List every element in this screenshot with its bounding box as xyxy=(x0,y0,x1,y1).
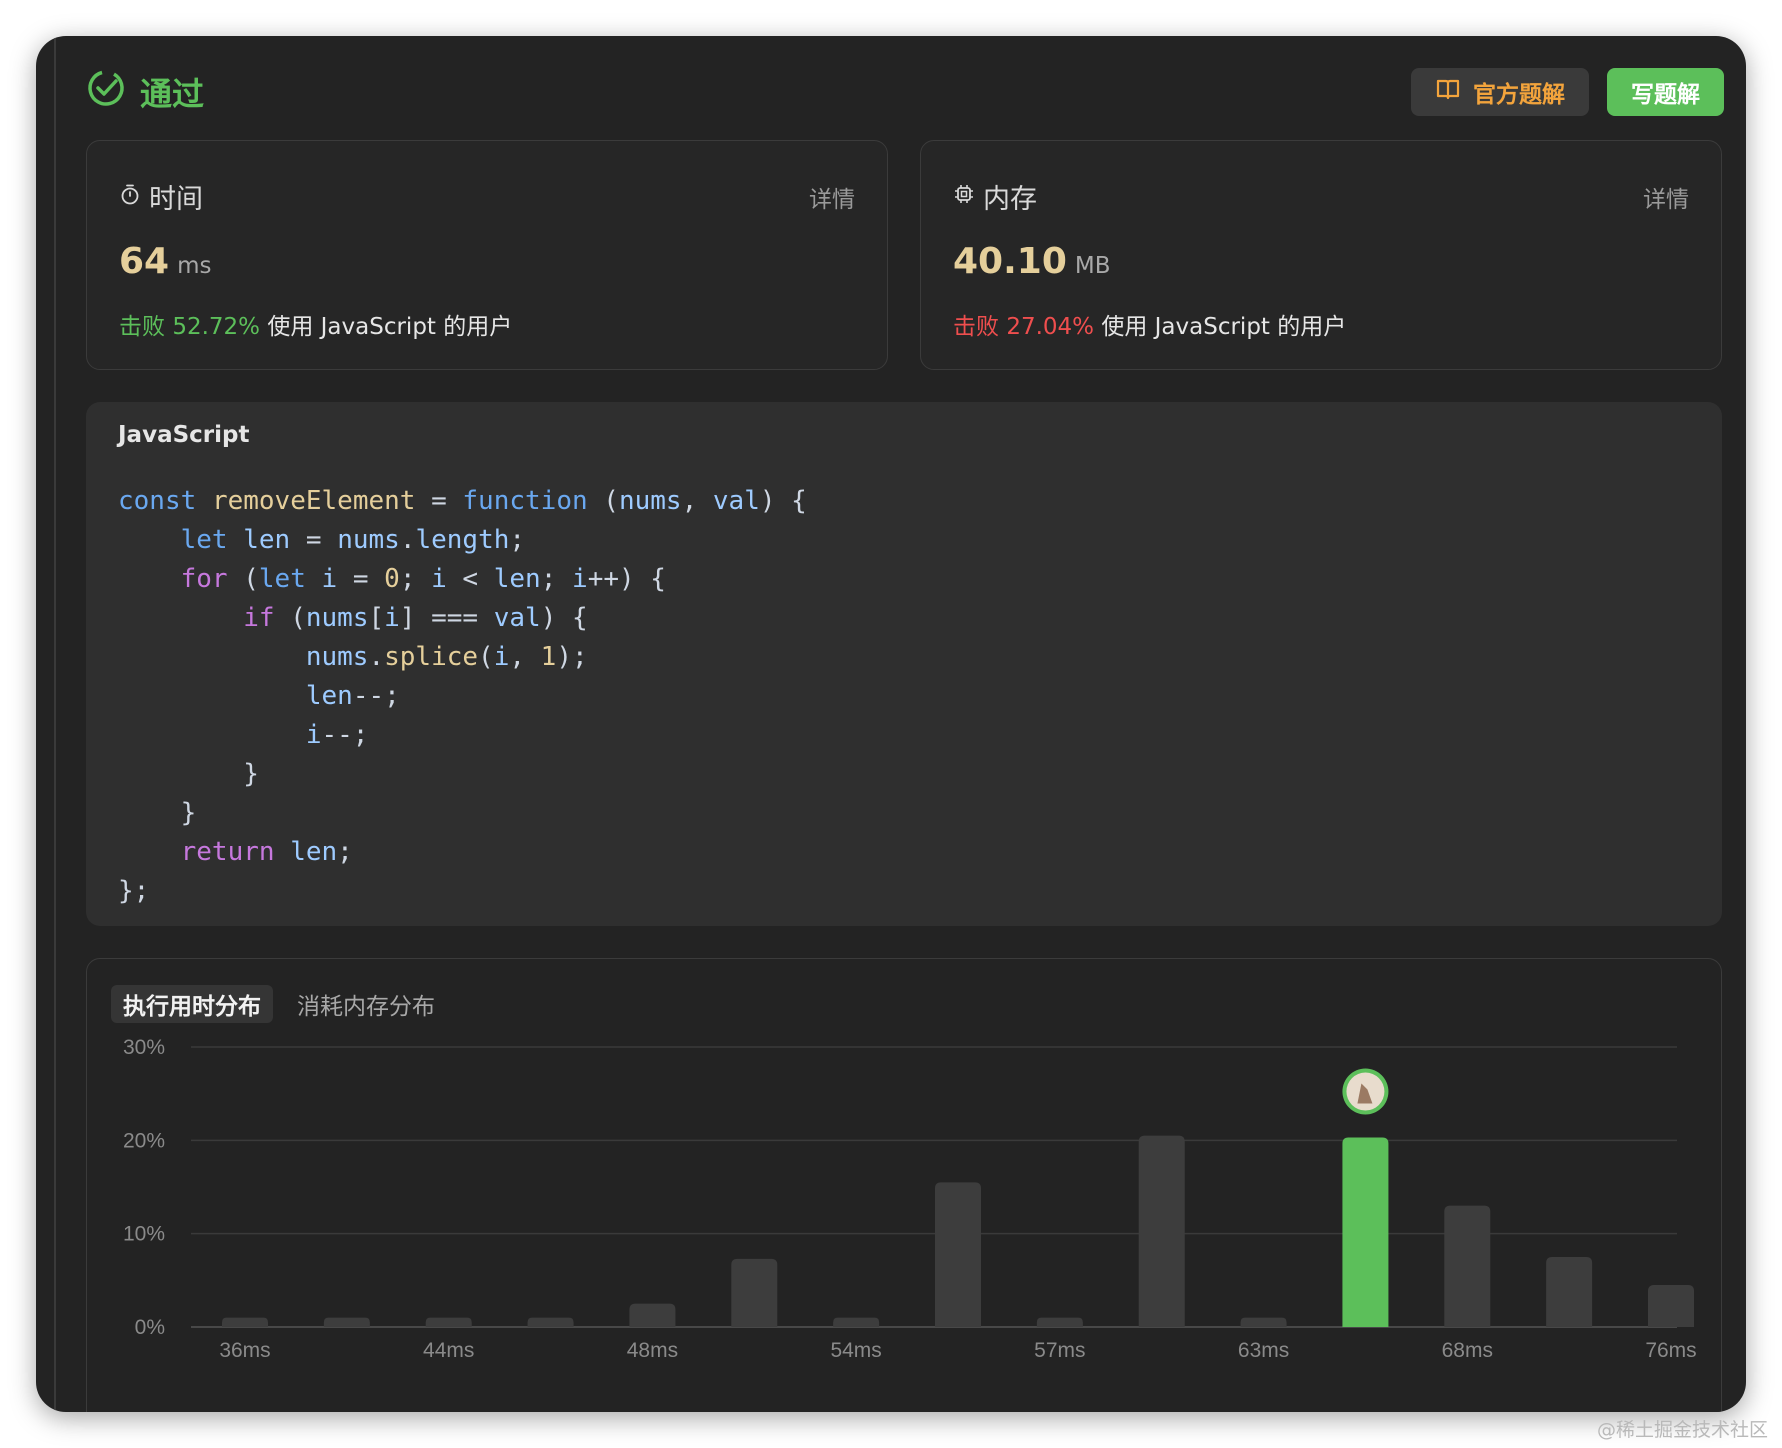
bar[interactable] xyxy=(1444,1205,1491,1327)
code-line: i--; xyxy=(305,720,369,750)
stopwatch-icon xyxy=(119,181,141,212)
code-line: const removeElement = function (nums, va… xyxy=(118,486,807,516)
bar[interactable] xyxy=(833,1317,880,1327)
memory-detail-link[interactable]: 详情 xyxy=(1643,180,1689,214)
check-circle-icon xyxy=(86,68,126,116)
x-tick-label: 76ms xyxy=(1645,1339,1696,1362)
code-language-label: JavaScript xyxy=(118,422,250,448)
status-accepted: 通过 xyxy=(86,68,204,116)
code-line: len--; xyxy=(305,681,400,711)
bar[interactable] xyxy=(527,1317,574,1327)
bar[interactable] xyxy=(323,1317,370,1327)
memory-beat-prefix: 击败 xyxy=(953,314,999,340)
runtime-distribution-chart: 30% 20% 10% 0% 36ms 44ms 48ms 54ms 57ms 63ms 68ms 7… xyxy=(123,1036,1697,1362)
tab-memory-distribution[interactable]: 消耗内存分布 xyxy=(285,985,447,1023)
x-tick-label: 57ms xyxy=(1034,1339,1085,1362)
write-solution-button[interactable]: 写题解 xyxy=(1607,68,1724,116)
x-tick-label: 63ms xyxy=(1238,1339,1289,1362)
x-tick-label: 36ms xyxy=(219,1339,270,1362)
runtime-unit: ms xyxy=(177,253,212,279)
bar[interactable] xyxy=(425,1317,472,1327)
memory-beats: 击败 27.04% 使用 JavaScript 的用户 xyxy=(953,307,1346,341)
memory-beat-suffix: 使用 JavaScript 的用户 xyxy=(1101,314,1347,340)
book-icon xyxy=(1435,76,1461,108)
runtime-value: 64 ms xyxy=(119,241,212,282)
code-line: } xyxy=(118,798,197,828)
distribution-chart-card: 30% 20% 10% 0% 36ms 44ms 48ms 54ms 57ms 63ms 68ms 7… xyxy=(86,958,1722,1412)
bar[interactable] xyxy=(1138,1135,1185,1327)
runtime-beat-suffix: 使用 JavaScript 的用户 xyxy=(267,314,513,340)
x-tick-label: 48ms xyxy=(627,1339,678,1362)
official-solution-label: 官方题解 xyxy=(1473,82,1565,108)
tab-runtime-distribution[interactable]: 执行用时分布 xyxy=(111,985,273,1023)
left-divider xyxy=(54,36,56,1412)
runtime-beat-percent: 52.72% xyxy=(172,314,261,340)
code-line: return len; xyxy=(180,837,353,867)
x-tick-label: 44ms xyxy=(423,1339,474,1362)
runtime-number: 64 xyxy=(119,241,170,282)
memory-value: 40.10 MB xyxy=(953,241,1111,282)
code-line: if (nums[i] === val) { xyxy=(243,603,588,633)
highlighted-bar[interactable] xyxy=(1342,1137,1389,1327)
memory-unit: MB xyxy=(1074,253,1111,279)
runtime-detail-link[interactable]: 详情 xyxy=(809,180,855,214)
runtime-title: 时间 xyxy=(149,184,203,215)
memory-card: 内存 详情 40.10 MB 击败 27.04% 使用 JavaScript 的用… xyxy=(920,140,1722,370)
code-line: for (let i = 0; i < len; i++) { xyxy=(180,564,666,594)
x-tick-label: 68ms xyxy=(1442,1339,1493,1362)
result-header: 通过 官方题解 写题解 xyxy=(86,64,1724,120)
runtime-card: 时间 详情 64 ms 击败 52.72% 使用 JavaScript 的用户 xyxy=(86,140,888,370)
memory-number: 40.10 xyxy=(953,241,1067,282)
memory-title: 内存 xyxy=(983,184,1037,215)
code-block: JavaScript const removeElement = functio… xyxy=(86,402,1722,926)
status-label: 通过 xyxy=(140,75,205,113)
bar[interactable] xyxy=(731,1258,778,1327)
bar[interactable] xyxy=(1240,1317,1287,1327)
bar[interactable] xyxy=(1036,1317,1083,1327)
y-tick-label: 0% xyxy=(135,1316,165,1339)
y-tick-label: 10% xyxy=(123,1223,165,1246)
chart-tabs: 执行用时分布 消耗内存分布 xyxy=(111,985,447,1023)
code-line: } xyxy=(118,759,259,789)
bar[interactable] xyxy=(629,1303,676,1327)
bar[interactable] xyxy=(1546,1257,1593,1327)
chip-icon xyxy=(953,181,975,212)
code-line: let len = nums.length; xyxy=(180,525,526,555)
x-tick-label: 54ms xyxy=(830,1339,881,1362)
bar[interactable] xyxy=(935,1182,981,1327)
memory-beat-percent: 27.04% xyxy=(1006,314,1095,340)
code-content: const removeElement = function (nums, va… xyxy=(118,482,807,911)
y-tick-label: 20% xyxy=(123,1129,165,1152)
watermark: @稀土掘金技术社区 xyxy=(1596,1419,1768,1441)
user-avatar xyxy=(1342,1068,1389,1115)
bar[interactable] xyxy=(222,1317,268,1327)
official-solution-button[interactable]: 官方题解 xyxy=(1411,68,1589,116)
bar[interactable] xyxy=(1648,1285,1694,1327)
y-tick-label: 30% xyxy=(123,1036,165,1059)
runtime-beat-prefix: 击败 xyxy=(119,314,165,340)
code-line: nums.splice(i, 1); xyxy=(305,642,588,672)
code-line: }; xyxy=(118,876,150,906)
runtime-beats: 击败 52.72% 使用 JavaScript 的用户 xyxy=(119,307,512,341)
submission-result-window: 通过 官方题解 写题解 时间 详情 64 ms 击败 52.72% 使用 Jav… xyxy=(36,36,1746,1412)
